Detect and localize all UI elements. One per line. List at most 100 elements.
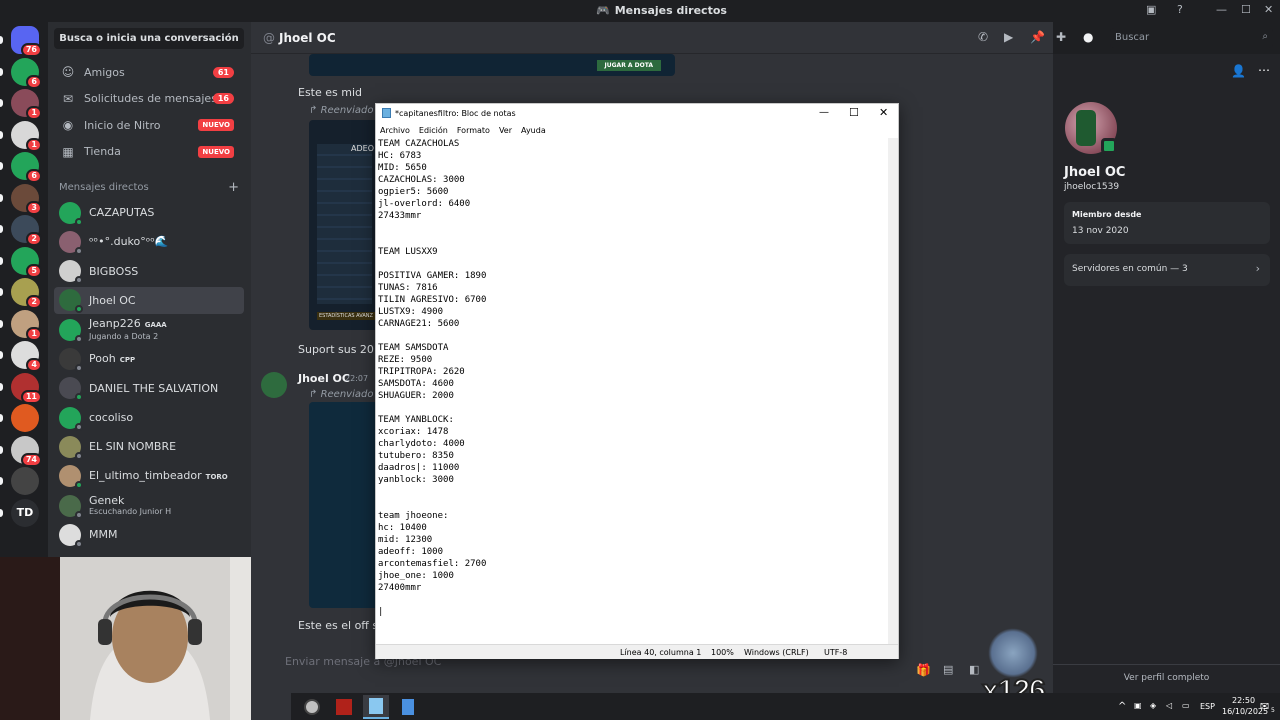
- chevron-up-icon[interactable]: ^: [1118, 701, 1126, 712]
- count-badge: 61: [212, 66, 234, 78]
- dm-item[interactable]: ᵒᵒ•°.duko°ᵒᵒ🌊: [54, 228, 244, 255]
- server-icon[interactable]: 74: [11, 435, 42, 467]
- pin-icon[interactable]: 📌: [1030, 30, 1045, 44]
- gift-icon[interactable]: 🎁: [916, 663, 931, 677]
- notepad-menu-3[interactable]: Ver: [499, 123, 512, 138]
- dm-item[interactable]: BIGBOSS: [54, 258, 244, 285]
- volume-icon[interactable]: ◁: [1166, 701, 1172, 710]
- server-icon[interactable]: TD: [11, 498, 39, 527]
- server-icon[interactable]: [11, 404, 39, 432]
- nav-item-solicitudes[interactable]: ✉ Solicitudes de mensajes 16: [56, 87, 244, 111]
- view-full-profile-link[interactable]: Ver perfil completo: [1053, 673, 1280, 683]
- find-conversation-button[interactable]: Busca o inicia una conversación: [54, 28, 244, 49]
- notepad-menu-0[interactable]: Archivo: [380, 123, 410, 138]
- notepad-menu-1[interactable]: Edición: [419, 123, 448, 138]
- dm-item[interactable]: DANIEL THE SALVATION: [54, 375, 244, 402]
- unread-indicator: [0, 67, 3, 76]
- server-tag: CPP: [119, 355, 136, 364]
- dm-name: El_ultimo_timbeador: [89, 468, 202, 482]
- unread-indicator: [0, 445, 3, 454]
- dota-taskbar-icon[interactable]: [331, 695, 357, 719]
- server-icon[interactable]: [11, 467, 39, 495]
- notepad-minimize-button[interactable]: —: [819, 107, 829, 118]
- server-icon[interactable]: 5: [11, 246, 42, 278]
- server-icon[interactable]: 1: [11, 120, 42, 152]
- notepad-menu-4[interactable]: Ayuda: [521, 123, 546, 138]
- mutual-servers-button[interactable]: Servidores en común — 3 ›: [1064, 254, 1270, 286]
- status-indicator: [75, 393, 83, 402]
- notepad-title-bar: *capitanesfiltro: Bloc de notas — ☐ ✕: [376, 104, 898, 123]
- inbox-icon[interactable]: ▣: [1146, 3, 1156, 16]
- notification-icon[interactable]: ✉: [1260, 700, 1269, 713]
- calculator-taskbar-icon[interactable]: [395, 695, 421, 719]
- server-icon[interactable]: 11: [11, 372, 42, 404]
- create-dm-icon[interactable]: +: [228, 180, 239, 195]
- avatar: [59, 494, 83, 519]
- forwarded-text: Reenviado: [320, 105, 374, 116]
- server-icon[interactable]: 3: [11, 183, 42, 215]
- profile-avatar[interactable]: [1065, 102, 1117, 154]
- status-indicator: [75, 276, 83, 285]
- server-mention-badge: 74: [20, 452, 42, 467]
- add-friend-icon[interactable]: 👤: [1231, 64, 1246, 78]
- server-icon[interactable]: 1: [11, 89, 42, 120]
- notepad-scrollbar[interactable]: [888, 138, 898, 644]
- avatar: [59, 406, 83, 431]
- language-indicator[interactable]: ESP: [1200, 702, 1215, 711]
- battery-icon[interactable]: ▭: [1182, 701, 1190, 710]
- discord-taskbar-icon[interactable]: [299, 695, 325, 719]
- divider: [1053, 664, 1280, 665]
- notepad-menu-2[interactable]: Formato: [457, 123, 490, 138]
- dm-name: CAZAPUTAS: [89, 206, 155, 219]
- server-icon[interactable]: 2: [11, 215, 42, 246]
- nav-item-inicio[interactable]: ◉ Inicio de Nitro NUEVO: [56, 113, 244, 137]
- dota-stats-image[interactable]: ADEO ESTADÍSTICAS AVANZ: [309, 120, 379, 330]
- notepad-taskbar-icon[interactable]: [363, 695, 389, 719]
- author-avatar[interactable]: [261, 372, 287, 398]
- maximize-button[interactable]: ☐: [1241, 3, 1251, 16]
- notepad-maximize-button[interactable]: ☐: [849, 106, 859, 119]
- dota-game-image[interactable]: [309, 402, 379, 608]
- nav-item-amigos[interactable]: ☺ Amigos 61: [56, 60, 244, 84]
- server-mention-badge: 3: [26, 200, 42, 215]
- close-button[interactable]: ✕: [1264, 3, 1273, 16]
- dm-item[interactable]: MMM: [54, 521, 244, 548]
- user-profile-icon[interactable]: ●: [1083, 30, 1093, 44]
- help-icon[interactable]: ?: [1177, 3, 1183, 16]
- notepad-text-area[interactable]: TEAM CAZACHOLAS HC: 6783 MID: 5650 CAZAC…: [378, 138, 888, 644]
- message-timestamp: 22:07: [345, 374, 369, 383]
- server-icon[interactable]: 2: [11, 278, 42, 309]
- window-title-text: Mensajes directos: [614, 4, 727, 17]
- notepad-close-button[interactable]: ✕: [879, 106, 888, 119]
- tray-app-icon[interactable]: ▣: [1134, 701, 1142, 710]
- server-icon[interactable]: 4: [11, 341, 42, 372]
- dm-item[interactable]: Genek Escuchando Junior H: [54, 492, 244, 519]
- nav-item-tienda[interactable]: ▦ Tienda NUEVO: [56, 140, 244, 164]
- sticker-icon[interactable]: ◧: [969, 663, 979, 676]
- dm-item[interactable]: Jhoel OC: [54, 286, 244, 314]
- network-icon[interactable]: ◈: [1150, 701, 1156, 710]
- message-author[interactable]: Jhoel OC: [298, 372, 350, 385]
- gif-icon[interactable]: ▤: [943, 663, 953, 676]
- dm-item[interactable]: Pooh CPP: [54, 346, 244, 373]
- minimize-button[interactable]: —: [1216, 3, 1227, 16]
- profile-panel: 👤 ⋯ Jhoel OC jhoeloc1539 Miembro desde 1…: [1053, 54, 1280, 720]
- server-icon[interactable]: 6: [11, 57, 42, 89]
- voice-call-icon[interactable]: ✆: [978, 30, 988, 44]
- more-options-icon[interactable]: ⋯: [1258, 63, 1270, 77]
- server-icon[interactable]: 6: [11, 152, 42, 183]
- clock-time[interactable]: 22:50: [1232, 696, 1255, 705]
- dm-item[interactable]: cocoliso: [54, 404, 244, 431]
- member-since-label: Miembro desde: [1072, 210, 1142, 219]
- video-call-icon[interactable]: ▶: [1004, 30, 1013, 44]
- add-friend-icon[interactable]: ✚: [1056, 30, 1066, 44]
- notepad-title: *capitanesfiltro: Bloc de notas: [395, 109, 516, 118]
- server-icon[interactable]: 1: [11, 309, 42, 341]
- dm-item[interactable]: Jeanp226 GAAA Jugando a Dota 2: [54, 316, 244, 343]
- dm-item[interactable]: EL SIN NOMBRE: [54, 433, 244, 460]
- server-icon[interactable]: 76: [11, 26, 42, 57]
- dm-item[interactable]: El_ultimo_timbeador TORO: [54, 463, 244, 490]
- search-input[interactable]: Buscar ⌕: [1110, 28, 1273, 48]
- dm-item[interactable]: CAZAPUTAS: [54, 199, 244, 226]
- avatar: [59, 523, 83, 548]
